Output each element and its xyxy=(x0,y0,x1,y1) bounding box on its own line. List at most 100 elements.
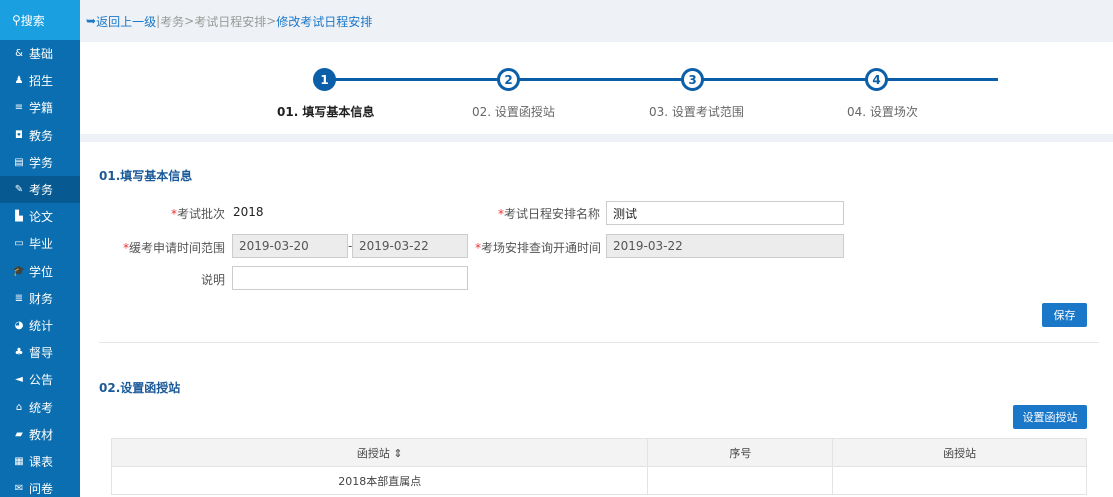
sidebar-item-icon: ▙ xyxy=(15,211,23,223)
sidebar-search-label: 搜索 xyxy=(20,13,45,28)
breadcrumb-arrow: > xyxy=(266,14,277,28)
sidebar-item-label: 教材 xyxy=(29,427,54,442)
breadcrumb-exam-schedule[interactable]: 考试日程安排 xyxy=(194,13,266,30)
stations-table: 函授站 ⇕ 序号 函授站 2018本部直属点 xyxy=(110,438,1087,495)
sidebar-item-label: 论文 xyxy=(29,210,54,225)
sidebar-item-1[interactable]: ♟ 招生 xyxy=(0,67,80,94)
column-header-index: 序号 xyxy=(647,438,834,467)
sidebar-item-icon: ≣ xyxy=(14,292,24,304)
query-time-label: *考场安排查询开通时间 xyxy=(475,241,602,255)
batch-value: 2018 xyxy=(233,205,264,219)
table-row[interactable]: 2018本部直属点 xyxy=(110,466,1087,495)
sidebar-item-3[interactable]: ◘ 教务 xyxy=(0,122,80,149)
defer-end-date[interactable] xyxy=(352,234,468,258)
sidebar-item-icon: ◄ xyxy=(15,374,23,386)
schedule-name-label: *考试日程安排名称 xyxy=(497,207,600,221)
sidebar-item-icon: 🎓 xyxy=(12,265,26,277)
breadcrumb-exam-affairs[interactable]: 考务 xyxy=(160,13,184,30)
sidebar-item-10[interactable]: ◕ 统计 xyxy=(0,312,80,339)
sidebar-item-label: 学位 xyxy=(29,264,54,279)
sidebar-item-label: 统计 xyxy=(29,318,54,333)
sidebar-item-label: 基础 xyxy=(29,47,54,62)
sidebar-item-label: 考务 xyxy=(29,183,54,198)
sidebar-item-label: 学务 xyxy=(29,155,54,170)
defer-start-date[interactable] xyxy=(232,234,348,258)
sidebar-item-13[interactable]: ⌂ 统考 xyxy=(0,393,80,420)
sidebar-item-icon: ✉ xyxy=(14,483,24,495)
back-arrow-icon[interactable]: ➥ xyxy=(86,14,96,28)
sidebar-item-icon: ◘ xyxy=(15,129,23,141)
step-4-circle: 4 xyxy=(865,68,888,91)
sidebar-item-icon: ▦ xyxy=(14,455,24,467)
table-cell: 2018本部直属点 xyxy=(110,466,649,495)
sidebar-search[interactable]: ⚲ 搜索 xyxy=(0,0,80,40)
description-label: 说明 xyxy=(200,273,225,287)
sidebar-item-label: 学籍 xyxy=(29,101,54,116)
sidebar-item-5[interactable]: ✎ 考务 xyxy=(0,175,80,204)
sidebar-item-label: 招生 xyxy=(29,74,54,89)
step-1-circle: 1 xyxy=(313,68,336,91)
sidebar-item-0[interactable]: & 基础 xyxy=(0,40,80,67)
breadcrumb: ➥ 返回上一级 | 考务 > 考试日程安排 > 修改考试日程安排 xyxy=(80,0,1113,42)
main-panel: 1 2 3 4 01. 填写基本信息 02. 设置函授站 03. 设置考试范围 … xyxy=(80,42,1113,497)
breadcrumb-arrow: > xyxy=(184,14,195,28)
sidebar-item-label: 毕业 xyxy=(29,237,54,252)
sidebar-item-label: 问卷 xyxy=(29,482,54,497)
column-header-station-sortable[interactable]: 函授站 ⇕ xyxy=(110,438,649,467)
sidebar-item-label: 财务 xyxy=(29,291,54,306)
sidebar-item-8[interactable]: 🎓 学位 xyxy=(0,258,80,285)
save-button[interactable]: 保存 xyxy=(1042,303,1087,327)
step-2-label: 02. 设置函授站 xyxy=(472,105,555,119)
set-stations-button[interactable]: 设置函授站 xyxy=(1013,405,1087,429)
sidebar-item-icon: ✎ xyxy=(14,184,24,196)
section-basic-title: 01.填写基本信息 xyxy=(99,169,193,183)
sidebar-item-icon: ≡ xyxy=(14,102,24,114)
sidebar: ⚲ 搜索 & 基础 ♟ 招生 ≡ 学籍 ◘ 教务 ▤ 学务 ✎ 考务 ▙ 论文 ▭ 毕业 🎓 学位 ≣ 财务 ◕ 统计 ♣ 督… xyxy=(0,0,80,497)
sidebar-item-label: 课表 xyxy=(29,454,54,469)
schedule-name-input[interactable] xyxy=(606,201,844,225)
batch-label: *考试批次 xyxy=(170,207,225,221)
sidebar-item-16[interactable]: ✉ 问卷 xyxy=(0,475,80,497)
sidebar-item-label: 教务 xyxy=(29,128,54,143)
table-cell xyxy=(832,466,1087,495)
sidebar-item-icon: & xyxy=(15,48,23,60)
sidebar-item-15[interactable]: ▦ 课表 xyxy=(0,448,80,475)
sidebar-item-icon: ♣ xyxy=(14,347,24,359)
sidebar-item-6[interactable]: ▙ 论文 xyxy=(0,203,80,230)
sidebar-item-11[interactable]: ♣ 督导 xyxy=(0,339,80,366)
sidebar-item-icon: ▤ xyxy=(14,156,24,168)
search-icon: ⚲ xyxy=(12,13,21,27)
sidebar-item-label: 统考 xyxy=(29,400,54,415)
sidebar-item-9[interactable]: ≣ 财务 xyxy=(0,285,80,312)
section-stations-title: 02.设置函授站 xyxy=(99,381,181,395)
sidebar-item-icon: ▭ xyxy=(14,238,24,250)
sidebar-item-14[interactable]: ▰ 教材 xyxy=(0,421,80,448)
column-header-station: 函授站 xyxy=(832,438,1087,467)
sidebar-item-label: 督导 xyxy=(29,346,54,361)
sidebar-item-icon: ◕ xyxy=(14,319,24,331)
step-connector xyxy=(333,78,998,81)
sidebar-menu: & 基础 ♟ 招生 ≡ 学籍 ◘ 教务 ▤ 学务 ✎ 考务 ▙ 论文 ▭ 毕业 🎓 学位 ≣ 财务 ◕ 统计 ♣ 督导 ◄ 公告 ⌂… xyxy=(0,40,80,497)
sidebar-item-icon: ⌂ xyxy=(15,401,23,413)
defer-range-label: *缓考申请时间范围 xyxy=(122,241,225,255)
sidebar-item-4[interactable]: ▤ 学务 xyxy=(0,149,80,176)
sidebar-item-12[interactable]: ◄ 公告 xyxy=(0,366,80,393)
section-divider xyxy=(99,342,1099,343)
back-link[interactable]: 返回上一级 xyxy=(96,13,156,30)
sidebar-item-icon: ▰ xyxy=(15,428,23,440)
sidebar-item-7[interactable]: ▭ 毕业 xyxy=(0,230,80,257)
sidebar-item-label: 公告 xyxy=(29,373,54,388)
breadcrumb-current: 修改考试日程安排 xyxy=(276,14,373,29)
step-progress: 1 2 3 4 01. 填写基本信息 02. 设置函授站 03. 设置考试范围 … xyxy=(80,42,1113,134)
step-3-circle: 3 xyxy=(681,68,704,91)
sidebar-item-icon: ♟ xyxy=(14,75,24,87)
step-3-label: 03. 设置考试范围 xyxy=(649,105,744,119)
query-time-input[interactable] xyxy=(606,234,844,258)
step-1-label: 01. 填写基本信息 xyxy=(277,105,375,119)
sidebar-item-2[interactable]: ≡ 学籍 xyxy=(0,94,80,121)
table-cell xyxy=(647,466,834,495)
divider xyxy=(80,134,1113,142)
step-4-label: 04. 设置场次 xyxy=(847,105,918,119)
description-input[interactable] xyxy=(232,266,468,290)
step-2-circle: 2 xyxy=(497,68,520,91)
